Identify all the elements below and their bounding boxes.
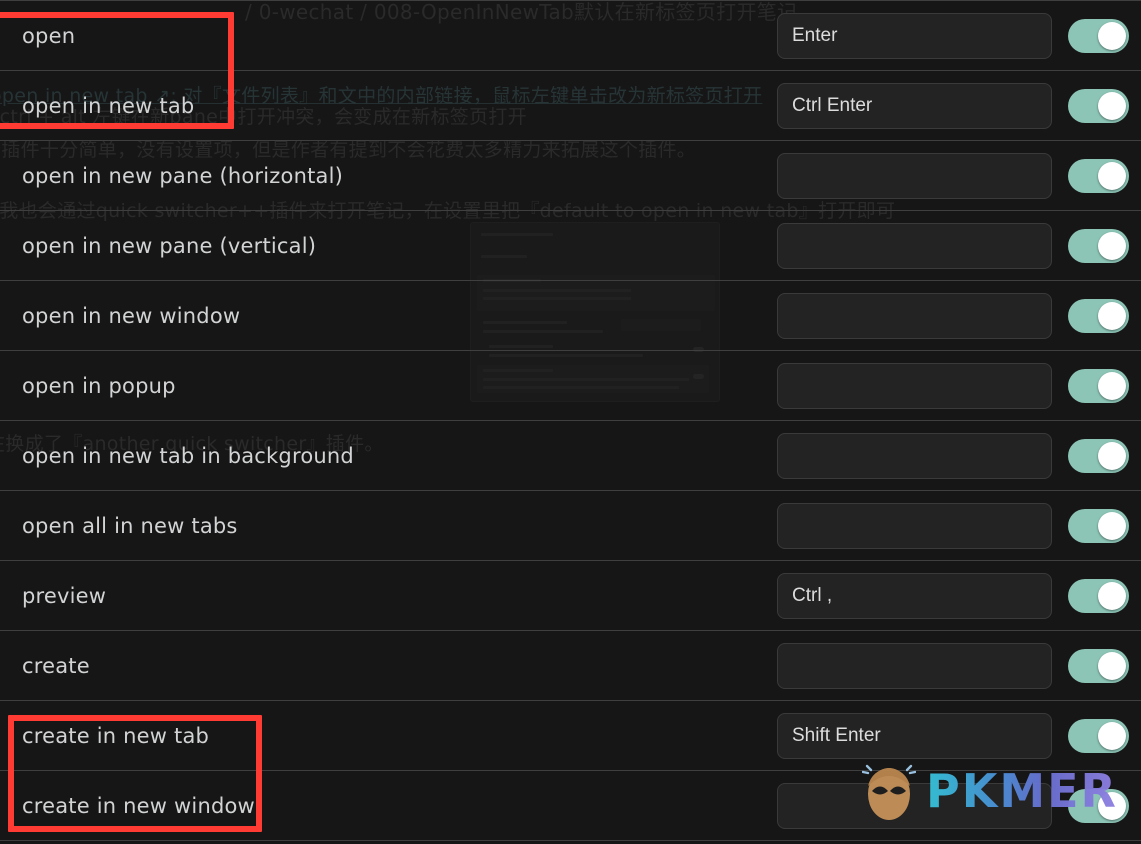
hotkey-input-open-in-popup[interactable] [777,362,1052,409]
toggle-knob [1098,231,1126,260]
setting-label: open in new tab [22,93,195,118]
toggle-open-in-new-pane-horizontal[interactable] [1068,158,1129,193]
hotkey-input-open[interactable] [777,12,1052,59]
setting-row-open-in-popup: open in popup [0,350,1141,420]
setting-label: open in new pane (horizontal) [22,163,344,188]
toggle-knob [1098,301,1126,330]
toggle-knob [1098,581,1126,610]
hotkey-input-open-all-in-new-tabs[interactable] [777,502,1052,549]
setting-label: open in new pane (vertical) [22,233,317,258]
hotkey-input-open-in-new-tab-in-background[interactable] [777,432,1052,479]
toggle-open-in-new-tab-in-background[interactable] [1068,438,1129,473]
toggle-knob [1098,91,1126,120]
hotkey-input-open-in-new-tab[interactable] [777,82,1052,129]
setting-row-preview: preview [0,560,1141,630]
toggle-knob [1098,161,1126,190]
toggle-open-in-popup[interactable] [1068,368,1129,403]
toggle-create-in-new-tab[interactable] [1068,718,1129,753]
setting-row-open-in-new-window: open in new window [0,280,1141,350]
toggle-knob [1098,371,1126,400]
toggle-knob [1098,791,1126,820]
setting-label: open in new window [22,303,241,328]
toggle-preview[interactable] [1068,578,1129,613]
setting-row-open-in-new-pane-vertical: open in new pane (vertical) [0,210,1141,280]
hotkey-input-open-in-new-pane-horizontal[interactable] [777,152,1052,199]
toggle-knob [1098,721,1126,750]
setting-row-create: create [0,630,1141,700]
toggle-open-in-new-pane-vertical[interactable] [1068,228,1129,263]
toggle-open[interactable] [1068,18,1129,53]
hotkey-settings-list: open open in new tab open in new pane (h… [0,0,1141,844]
toggle-knob [1098,441,1126,470]
setting-label: open [22,23,76,48]
toggle-knob [1098,21,1126,50]
toggle-knob [1098,651,1126,680]
setting-row-create-in-new-tab: create in new tab [0,700,1141,770]
hotkey-input-create[interactable] [777,642,1052,689]
setting-label: create in new window [22,793,255,818]
setting-label: create [22,653,90,678]
toggle-knob [1098,511,1126,540]
toggle-open-in-new-tab[interactable] [1068,88,1129,123]
settings-window: / 0-wechat / 008-OpenInNewTab默认在新标签页打开笔记… [0,0,1141,844]
setting-row-open-in-new-tab-in-background: open in new tab in background [0,420,1141,490]
setting-row-open-in-new-tab: open in new tab [0,70,1141,140]
hotkey-input-open-in-new-pane-vertical[interactable] [777,222,1052,269]
hotkey-input-preview[interactable] [777,572,1052,619]
toggle-create[interactable] [1068,648,1129,683]
setting-label: open in new tab in background [22,443,354,468]
toggle-create-in-new-window[interactable] [1068,788,1129,823]
hotkey-input-create-in-new-tab[interactable] [777,712,1052,759]
setting-label: open all in new tabs [22,513,238,538]
setting-label: open in popup [22,373,176,398]
toggle-open-all-in-new-tabs[interactable] [1068,508,1129,543]
setting-row-open: open [0,0,1141,70]
setting-row-open-all-in-new-tabs: open all in new tabs [0,490,1141,560]
setting-row-create-in-new-window: create in new window [0,770,1141,840]
hotkey-input-open-in-new-window[interactable] [777,292,1052,339]
hotkey-input-create-in-new-window[interactable] [777,782,1052,829]
list-bottom-divider [0,840,1141,844]
setting-label: preview [22,583,107,608]
setting-row-open-in-new-pane-horizontal: open in new pane (horizontal) [0,140,1141,210]
setting-label: create in new tab [22,723,210,748]
toggle-open-in-new-window[interactable] [1068,298,1129,333]
